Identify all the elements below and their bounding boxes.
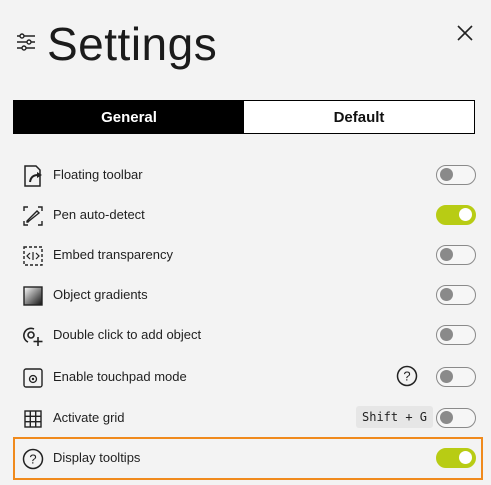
page-title: Settings: [47, 18, 218, 70]
embed-transparency-toggle[interactable]: [436, 245, 476, 265]
setting-row-pen-auto-detect: Pen auto-detect: [0, 195, 491, 235]
activate-grid-toggle[interactable]: [436, 408, 476, 428]
setting-row-display-tooltips: ? Display tooltips: [0, 438, 491, 478]
floating-toolbar-toggle[interactable]: [436, 165, 476, 185]
toggle-knob: [440, 248, 453, 261]
add-object-icon: [23, 327, 43, 346]
setting-label: Double click to add object: [53, 327, 202, 342]
grid-icon: [24, 410, 42, 428]
toggle-knob: [459, 208, 472, 221]
tab-general[interactable]: General: [14, 101, 244, 133]
sliders-icon: [17, 33, 35, 51]
embed-transparency-icon: [23, 246, 43, 266]
toggle-knob: [440, 288, 453, 301]
touchpad-mode-toggle[interactable]: [436, 367, 476, 387]
toggle-knob: [440, 168, 453, 181]
setting-label: Display tooltips: [53, 450, 141, 465]
setting-row-embed-transparency: Embed transparency: [0, 235, 491, 275]
toggle-knob: [459, 451, 472, 464]
setting-label: Enable touchpad mode: [53, 369, 187, 384]
display-tooltips-toggle[interactable]: [436, 448, 476, 468]
pen-auto-detect-toggle[interactable]: [436, 205, 476, 225]
setting-row-activate-grid: Activate grid Shift + G: [0, 398, 491, 438]
svg-text:?: ?: [403, 369, 410, 384]
floating-toolbar-icon: [24, 165, 42, 187]
touchpad-icon: [23, 368, 43, 388]
close-icon[interactable]: [454, 22, 476, 44]
setting-label: Floating toolbar: [53, 167, 143, 182]
settings-header: Settings: [0, 0, 491, 90]
toggle-knob: [440, 370, 453, 383]
toggle-knob: [440, 411, 453, 424]
gradient-icon: [23, 286, 43, 306]
shortcut-badge: Shift + G: [356, 406, 434, 428]
setting-label: Embed transparency: [53, 247, 173, 262]
settings-tabs: General Default: [13, 100, 475, 134]
svg-text:?: ?: [29, 452, 36, 467]
double-click-add-toggle[interactable]: [436, 325, 476, 345]
tab-default[interactable]: Default: [244, 101, 474, 133]
setting-label: Activate grid: [53, 410, 125, 425]
setting-row-touchpad-mode: Enable touchpad mode ?: [0, 357, 491, 397]
setting-label: Pen auto-detect: [53, 207, 145, 222]
setting-label: Object gradients: [53, 287, 148, 302]
setting-row-object-gradients: Object gradients: [0, 275, 491, 315]
setting-row-double-click-add: Double click to add object: [0, 315, 491, 355]
setting-row-floating-toolbar: Floating toolbar: [0, 155, 491, 195]
object-gradients-toggle[interactable]: [436, 285, 476, 305]
toggle-knob: [440, 328, 453, 341]
help-icon[interactable]: ?: [396, 365, 418, 387]
pen-detect-icon: [23, 206, 43, 226]
help-circle-icon: ?: [22, 448, 44, 470]
